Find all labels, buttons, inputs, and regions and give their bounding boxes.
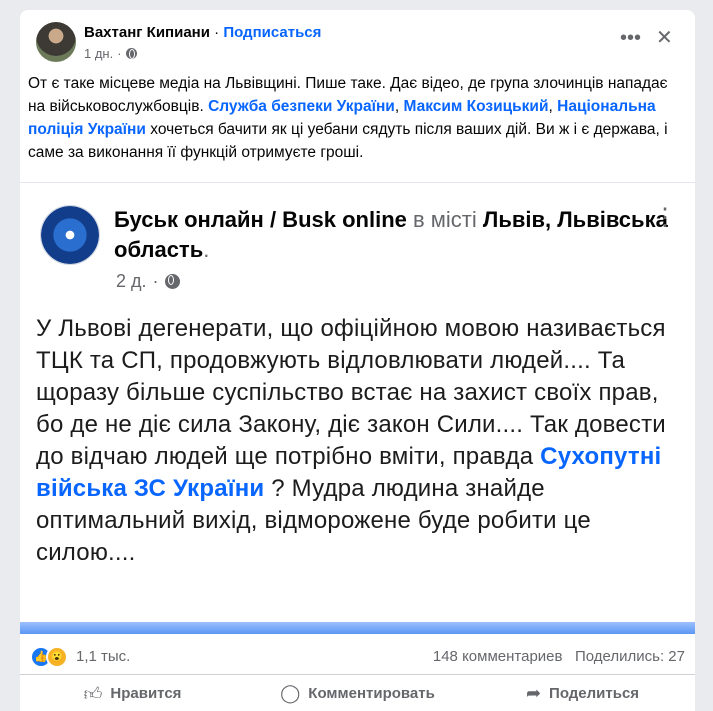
share-button[interactable]: ➦ Поделиться bbox=[470, 675, 695, 711]
like-label: Нравится bbox=[110, 685, 182, 702]
comma: , bbox=[548, 98, 558, 115]
post-meta: 1 дн. · bbox=[84, 46, 137, 61]
reaction-icons[interactable]: 👍 😮 bbox=[30, 646, 68, 668]
follow-button[interactable]: Подписаться bbox=[223, 24, 321, 41]
screenshot-bottom-bar bbox=[20, 622, 695, 634]
thumbs-up-icon: 👍︎ bbox=[83, 683, 103, 704]
globe-icon bbox=[125, 48, 137, 59]
author-name[interactable]: Вахтанг Кипиани bbox=[84, 24, 210, 41]
shared-dot: · bbox=[152, 271, 159, 291]
shared-frame: Буськ онлайн / Busk online в місті Львів… bbox=[20, 182, 695, 631]
close-icon[interactable]: ✕ bbox=[656, 28, 673, 48]
like-button[interactable]: 👍︎ Нравится bbox=[20, 675, 245, 711]
page-logo bbox=[40, 205, 100, 265]
period: . bbox=[203, 237, 210, 262]
mention-sbu[interactable]: Служба безпеки України bbox=[208, 98, 395, 115]
author-avatar[interactable] bbox=[36, 22, 76, 62]
shared-more-icon: ⋮ bbox=[653, 204, 677, 231]
shared-page-name: Буськ онлайн / Busk online bbox=[114, 207, 407, 232]
author-separator: · bbox=[209, 24, 224, 41]
post-stats: 👍 😮 1,1 тыс. 148 комментариев Поделились… bbox=[30, 644, 685, 668]
shared-text: У Львові дегенерати, що офіційною мовою … bbox=[36, 313, 686, 569]
comments-count[interactable]: 148 комментариев bbox=[433, 648, 563, 665]
comments-shares: 148 комментариев Поделились: 27 bbox=[433, 648, 685, 665]
in-city-label: в місті bbox=[406, 207, 483, 232]
shared-time: 2 д. bbox=[116, 271, 147, 291]
comment-button[interactable]: ◯ Комментировать bbox=[245, 675, 470, 711]
share-label: Поделиться bbox=[549, 685, 640, 702]
comment-label: Комментировать bbox=[308, 685, 435, 702]
meta-dot: · bbox=[117, 46, 122, 61]
author-line: Вахтанг Кипиани · Подписаться bbox=[84, 24, 321, 41]
comment-icon: ◯ bbox=[280, 683, 301, 703]
shares-count[interactable]: Поделились: 27 bbox=[575, 648, 685, 665]
post-text: От є таке місцеве медіа на Львівщині. Пи… bbox=[28, 72, 688, 164]
globe-icon bbox=[164, 274, 180, 289]
share-icon: ➦ bbox=[525, 683, 542, 703]
shared-page-header: Буськ онлайн / Busk online в місті Львів… bbox=[114, 205, 674, 265]
action-bar: 👍︎ Нравится ◯ Комментировать ➦ Поделитьс… bbox=[20, 674, 695, 711]
wow-reaction-icon: 😮 bbox=[46, 646, 68, 668]
shared-screenshot[interactable]: Буськ онлайн / Busk online в місті Львів… bbox=[20, 182, 695, 630]
shared-meta: 2 д. · bbox=[116, 271, 180, 292]
mention-kozytskyi[interactable]: Максим Козицький bbox=[403, 98, 548, 115]
post-card: Вахтанг Кипиани · Подписаться 1 дн. · ••… bbox=[20, 10, 695, 711]
post-time[interactable]: 1 дн. bbox=[84, 46, 113, 61]
reaction-count[interactable]: 1,1 тыс. bbox=[76, 648, 130, 665]
more-horizontal-icon[interactable]: ••• bbox=[620, 28, 641, 48]
